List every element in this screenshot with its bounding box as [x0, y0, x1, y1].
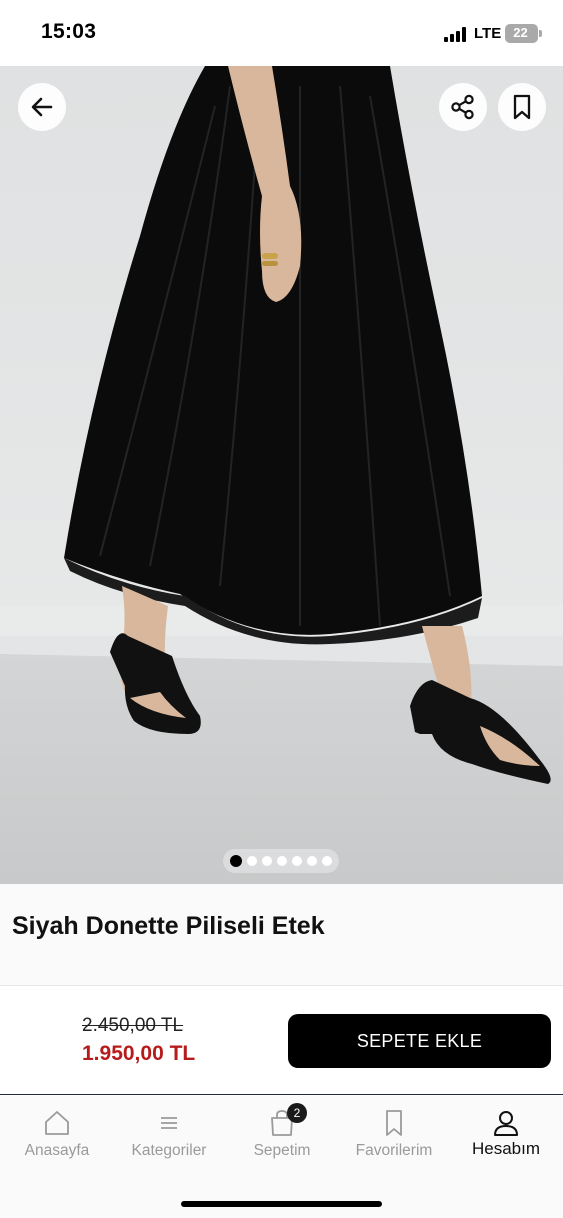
tab-label: Anasayfa: [24, 1142, 90, 1159]
product-title-section: Siyah Donette Piliseli Etek: [0, 884, 563, 986]
network-type: LTE: [474, 25, 502, 42]
pagination-dot[interactable]: [292, 856, 302, 866]
bookmark-button[interactable]: [498, 83, 546, 131]
product-image[interactable]: [0, 66, 563, 884]
tab-anasayfa[interactable]: Anasayfa: [2, 1108, 112, 1168]
menu-icon: [161, 1117, 177, 1129]
tab-label: Sepetim: [253, 1142, 311, 1159]
tab-hesabim[interactable]: Hesabım: [451, 1108, 561, 1168]
tab-label: Hesabım: [471, 1139, 541, 1158]
product-title: Siyah Donette Piliseli Etek: [12, 912, 325, 940]
old-price: 2.450,00 TL: [82, 1015, 184, 1036]
price-bar: 2.450,00 TL 1.950,00 TL SEPETE EKLE: [0, 987, 563, 1095]
tab-label: Kategoriler: [131, 1142, 207, 1159]
image-pagination[interactable]: [223, 849, 339, 873]
pagination-dot[interactable]: [262, 856, 272, 866]
share-button[interactable]: [439, 83, 487, 131]
bookmark-icon: [386, 1110, 402, 1136]
status-time: 15:03: [41, 20, 97, 43]
product-photo-illustration: [0, 66, 563, 884]
battery-icon: 22: [505, 24, 538, 43]
pagination-dot[interactable]: [307, 856, 317, 866]
add-to-cart-button[interactable]: SEPETE EKLE: [288, 1014, 551, 1068]
status-bar: 15:03 LTE 22: [0, 0, 563, 66]
cart-count-badge: 2: [287, 1103, 307, 1123]
tab-favorilerim[interactable]: Favorilerim: [339, 1108, 449, 1168]
sale-price: 1.950,00 TL: [82, 1042, 196, 1065]
battery-level: 22: [513, 25, 528, 40]
home-icon: [45, 1111, 69, 1135]
home-indicator[interactable]: [181, 1201, 382, 1207]
tab-label: Favorilerim: [355, 1142, 433, 1159]
pagination-dot[interactable]: [322, 856, 332, 866]
pagination-dot[interactable]: [277, 856, 287, 866]
bottom-tab-bar: Anasayfa Kategoriler 2 Sepetim Favoriler…: [0, 1096, 563, 1218]
bookmark-icon: [513, 94, 531, 120]
battery-tip: [539, 30, 542, 37]
share-icon: [451, 94, 474, 120]
tab-sepetim[interactable]: 2 Sepetim: [227, 1103, 337, 1168]
arrow-left-icon: [31, 97, 53, 117]
pagination-dot[interactable]: [247, 856, 257, 866]
pagination-dot-active[interactable]: [230, 855, 242, 867]
tab-kategoriler[interactable]: Kategoriler: [114, 1108, 224, 1168]
back-button[interactable]: [18, 83, 66, 131]
user-icon: [494, 1111, 518, 1136]
cellular-signal-icon: [444, 27, 470, 42]
